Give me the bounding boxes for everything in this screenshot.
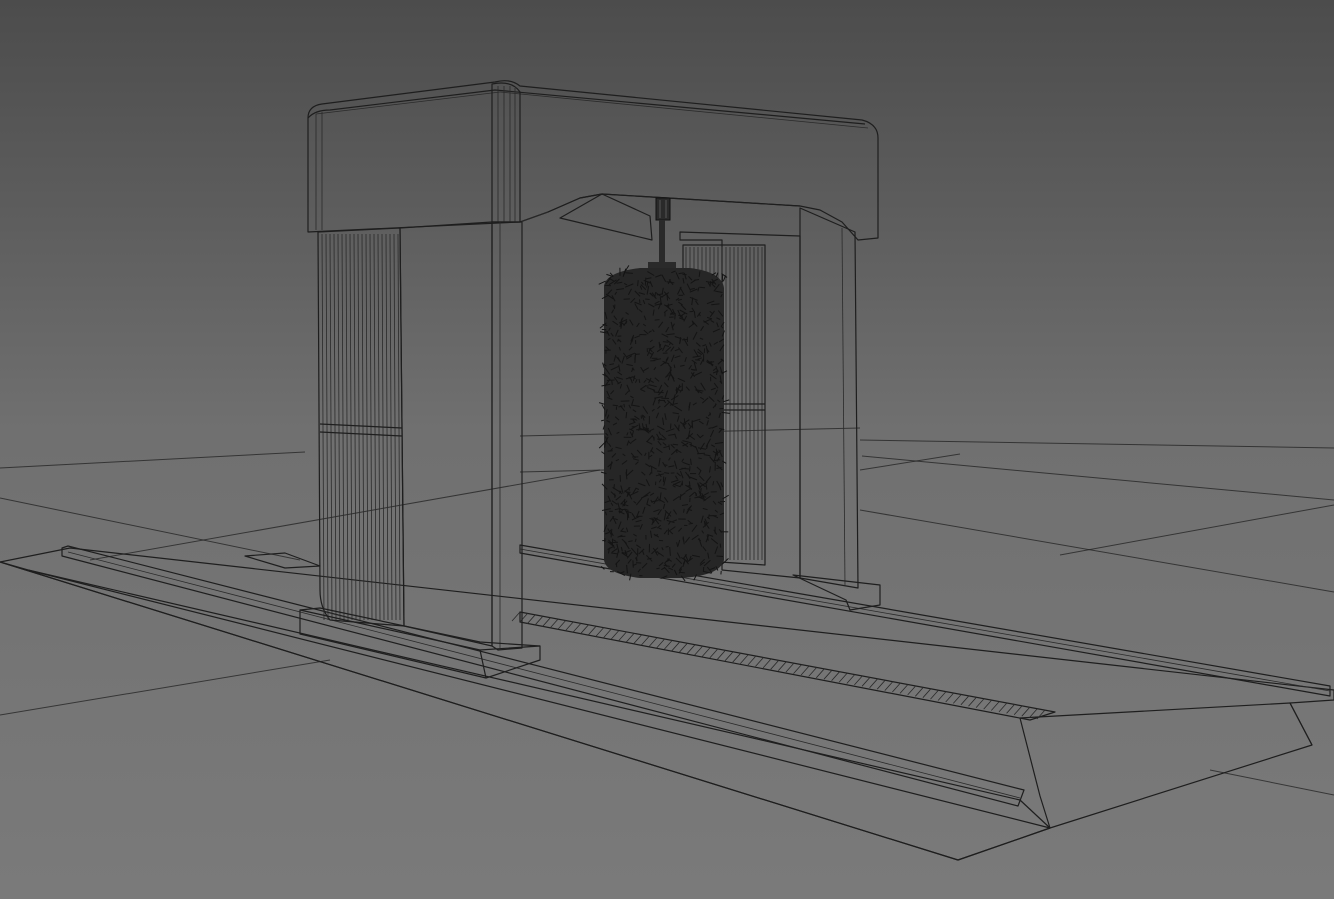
brush-hanger bbox=[648, 197, 676, 272]
left-pillar bbox=[299, 221, 541, 679]
base-platform bbox=[0, 547, 1334, 861]
car-wash-scene bbox=[0, 80, 1334, 861]
rotating-brush bbox=[598, 265, 730, 582]
3d-viewport[interactable] bbox=[0, 0, 1334, 899]
top-beam bbox=[307, 80, 879, 241]
